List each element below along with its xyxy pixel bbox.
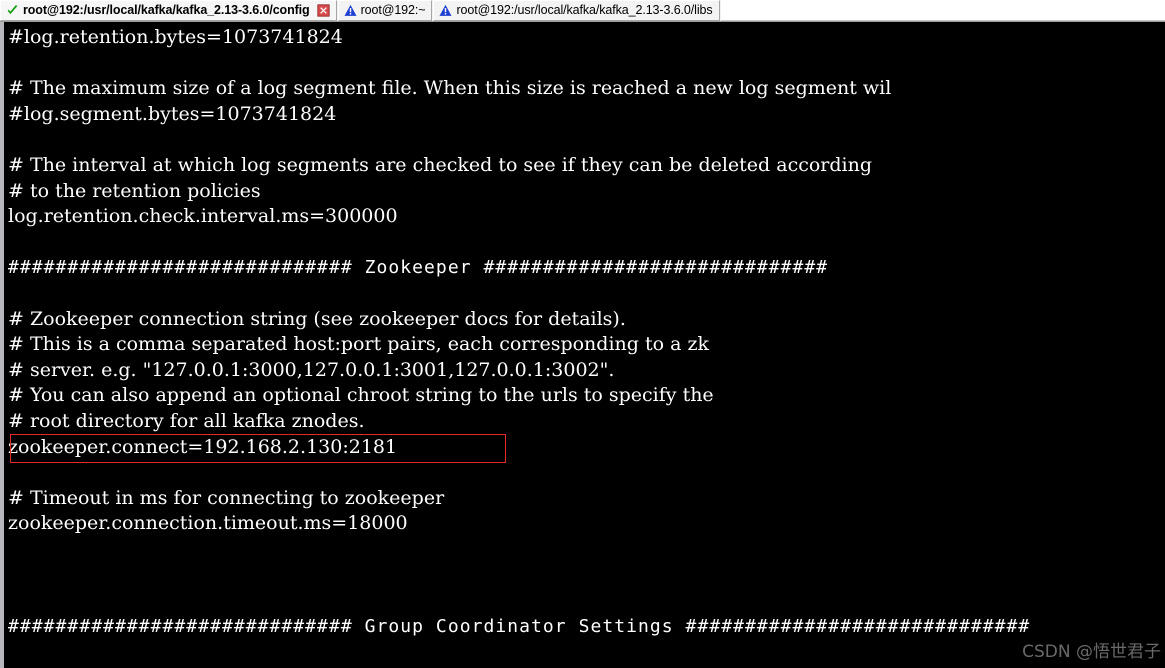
terminal-line: # to the retention policies [8,179,261,202]
green-check-icon [7,4,18,15]
tab-label: root@192:~ [360,3,426,18]
tab-label: root@192:/usr/local/kafka/kafka_2.13-3.6… [23,3,310,18]
terminal-line: log.retention.check.interval.ms=300000 [8,205,398,228]
terminal-line: # Zookeeper connection string (see zooke… [8,307,626,330]
red-close-icon[interactable] [317,4,330,17]
terminal-line: # You can also append an optional chroot… [8,384,714,407]
blue-warning-triangle-icon [439,4,452,16]
terminal-line: # Timeout in ms for connecting to zookee… [8,486,445,509]
terminal-line: # The interval at which log segments are… [8,153,873,176]
tab-libs[interactable]: root@192:/usr/local/kafka/kafka_2.13-3.6… [433,0,720,21]
terminal-line: ############################# Zookeeper … [8,257,829,279]
tab-config[interactable]: root@192:/usr/local/kafka/kafka_2.13-3.6… [0,0,337,21]
tab-bar-empty-area [720,0,1165,21]
terminal-line: zookeeper.connection.timeout.ms=18000 [8,512,408,535]
terminal-line: # The maximum size of a log segment file… [8,77,892,100]
terminal-line: # root directory for all kafka znodes. [8,409,365,432]
terminal-screen[interactable]: #log.retention.bytes=1073741824 # The ma… [0,22,1165,668]
tab-home[interactable]: root@192:~ [337,0,433,21]
terminal-line: # server. e.g. "127.0.0.1:3000,127.0.0.1… [8,358,615,381]
tab-bar: root@192:/usr/local/kafka/kafka_2.13-3.6… [0,0,1165,22]
terminal-line: # This is a comma separated host:port pa… [8,333,709,356]
terminal-window: root@192:/usr/local/kafka/kafka_2.13-3.6… [0,0,1165,668]
tab-label: root@192:/usr/local/kafka/kafka_2.13-3.6… [456,3,713,18]
blue-warning-triangle-icon [344,4,357,16]
terminal-line: #log.segment.bytes=1073741824 [8,102,337,125]
terminal-text-buffer: #log.retention.bytes=1073741824 # The ma… [8,25,1165,639]
terminal-line: #log.retention.bytes=1073741824 [8,26,343,48]
terminal-line-highlighted: zookeeper.connect=192.168.2.130:2181 [8,435,398,458]
terminal-line: ############################# Group Coor… [8,615,1031,637]
